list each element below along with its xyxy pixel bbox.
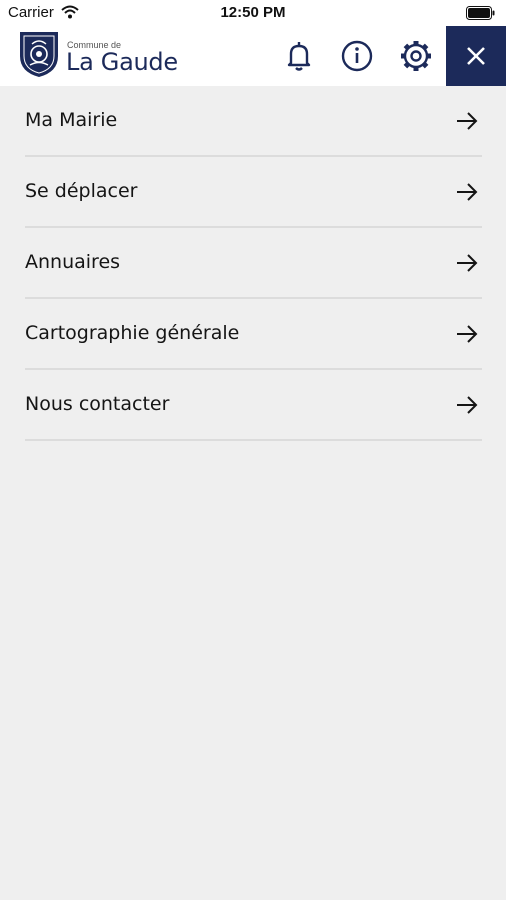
battery-icon bbox=[466, 6, 495, 20]
gear-icon[interactable] bbox=[396, 36, 436, 76]
arrow-right-icon bbox=[457, 325, 478, 343]
menu-item-label: Se déplacer bbox=[25, 180, 138, 202]
status-time: 12:50 PM bbox=[220, 4, 286, 21]
side-menu: Ma Mairie Se déplacer Annuaires Cartogra… bbox=[25, 86, 482, 441]
arrow-right-icon bbox=[457, 254, 478, 272]
close-icon bbox=[467, 47, 485, 65]
menu-item-label: Cartographie générale bbox=[25, 322, 240, 344]
coat-of-arms-logo[interactable] bbox=[18, 30, 60, 78]
arrow-right-icon bbox=[457, 112, 478, 130]
menu-item-cartographie-generale[interactable]: Cartographie générale bbox=[25, 299, 482, 370]
info-icon[interactable] bbox=[337, 36, 377, 76]
menu-item-ma-mairie[interactable]: Ma Mairie bbox=[25, 86, 482, 157]
menu-item-label: Ma Mairie bbox=[25, 109, 118, 131]
menu-item-nous-contacter[interactable]: Nous contacter bbox=[25, 370, 482, 441]
logo-title: La Gaude bbox=[66, 48, 178, 76]
close-menu-button[interactable] bbox=[446, 26, 506, 86]
bell-icon[interactable] bbox=[279, 36, 319, 76]
menu-item-annuaires[interactable]: Annuaires bbox=[25, 228, 482, 299]
app-header: Commune de La Gaude bbox=[0, 26, 506, 86]
menu-item-se-deplacer[interactable]: Se déplacer bbox=[25, 157, 482, 228]
status-bar: Carrier 12:50 PM bbox=[0, 0, 506, 26]
menu-item-label: Nous contacter bbox=[25, 393, 170, 415]
arrow-right-icon bbox=[457, 183, 478, 201]
menu-item-label: Annuaires bbox=[25, 251, 121, 273]
arrow-right-icon bbox=[457, 396, 478, 414]
